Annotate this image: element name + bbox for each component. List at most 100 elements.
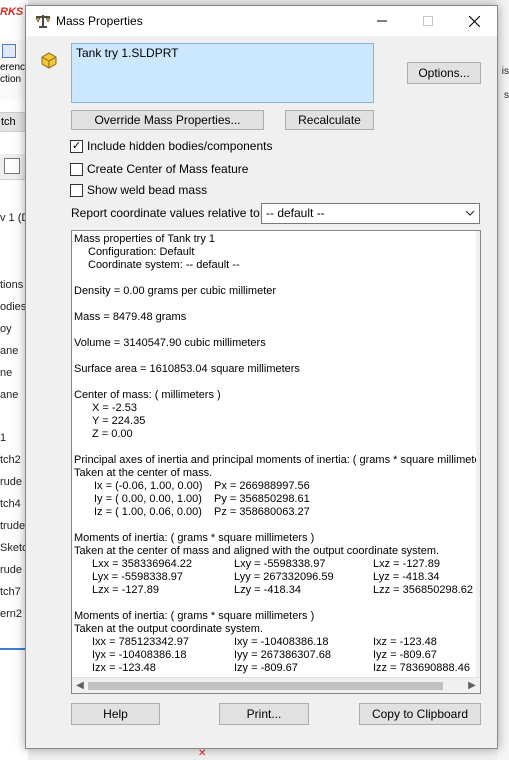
mass-properties-dialog: Mass Properties Tank try 1.SLDPRT Option…	[25, 5, 498, 749]
reference-geometry-icon[interactable]	[2, 44, 16, 58]
vertical-scrollbar[interactable]	[476, 231, 480, 677]
principal-axes-taken: Taken at the center of mass.	[74, 467, 213, 479]
center-of-mass-label: Create Center of Mass feature	[87, 162, 249, 176]
close-icon	[468, 15, 480, 27]
moments-output-title: Moments of inertia: ( grams * square mil…	[74, 610, 315, 622]
minimize-button[interactable]	[359, 6, 405, 36]
scroll-left-icon[interactable]: ◀	[74, 680, 86, 692]
tree-item[interactable]: ern2	[0, 608, 22, 620]
moment-value: Lxz = -127.89	[373, 558, 440, 570]
maximize-button	[405, 6, 451, 36]
tree-root-label[interactable]: v 1 (D	[0, 212, 28, 224]
tree-item[interactable]: ane	[0, 389, 18, 401]
tree-item[interactable]: 1	[0, 432, 6, 444]
principal-row: Iz = ( 1.00, 0.06, 0.00) Pz = 358680063.…	[74, 506, 476, 519]
minimize-icon	[377, 20, 387, 22]
brand-text: RKS	[0, 6, 24, 18]
include-hidden-checkbox-row[interactable]: ✓ Include hidden bodies/components	[70, 138, 272, 154]
balance-scale-icon	[35, 15, 51, 28]
divider-line	[0, 648, 28, 650]
tree-item[interactable]: Sketc	[0, 542, 28, 554]
coordinate-system-line: Coordinate system: -- default --	[88, 259, 240, 271]
selected-file-name[interactable]: Tank try 1.SLDPRT	[76, 46, 369, 60]
tree-item[interactable]: trude	[0, 520, 25, 532]
moments-com-taken: Taken at the center of mass and aligned …	[74, 545, 440, 557]
weld-bead-label: Show weld bead mass	[87, 183, 208, 197]
selected-items-list[interactable]: Tank try 1.SLDPRT	[71, 43, 374, 103]
scroll-right-icon[interactable]: ▶	[466, 680, 478, 692]
moments-com-row: Lxx = 358336964.22 Lxy = -5598338.97 Lxz…	[74, 558, 476, 571]
weld-bead-checkbox[interactable]	[70, 183, 83, 197]
print-button[interactable]: Print...	[219, 703, 309, 725]
horizontal-scrollbar[interactable]: ◀ ▶	[72, 677, 480, 693]
principal-axis: Iy = ( 0.00, 0.00, 1.00)	[94, 493, 202, 505]
tree-item[interactable]: oy	[0, 323, 12, 335]
feature-manager-toolbar	[0, 154, 28, 180]
maximize-icon	[423, 16, 433, 26]
com-y: Y = 224.35	[92, 415, 146, 427]
tree-item[interactable]: ne	[0, 367, 12, 379]
moment-value: Lxy = -5598338.97	[234, 558, 326, 570]
weld-bead-checkbox-row[interactable]: Show weld bead mass	[70, 182, 207, 198]
principal-row: Iy = ( 0.00, 0.00, 1.00) Py = 356850298.…	[74, 493, 476, 506]
moment-value: Lzz = 356850298.62	[373, 584, 474, 596]
results-header: Mass properties of Tank try 1	[74, 233, 216, 245]
tree-item[interactable]: rude	[0, 564, 22, 576]
override-mass-properties-button[interactable]: Override Mass Properties...	[71, 110, 264, 130]
tree-item[interactable]: rude	[0, 476, 22, 488]
results-text: Mass properties of Tank try 1 Configurat…	[74, 233, 476, 677]
ribbon-label-1: erenc	[0, 62, 26, 73]
tree-item[interactable]: tch4	[0, 498, 21, 510]
center-of-mass-title: Center of mass: ( millimeters )	[74, 389, 221, 401]
property-manager-icon[interactable]	[4, 158, 20, 174]
moments-com-title: Moments of inertia: ( grams * square mil…	[74, 532, 315, 544]
moment-value: Iyx = -10408386.18	[92, 649, 187, 661]
tree-item[interactable]: ane	[0, 345, 18, 357]
recalculate-button[interactable]: Recalculate	[285, 110, 374, 130]
moment-value: Iyy = 267386307.68	[234, 649, 331, 661]
results-textbox[interactable]: Mass properties of Tank try 1 Configurat…	[71, 230, 481, 694]
moment-value: Izx = -123.48	[92, 662, 156, 674]
principal-moment: Px = 266988997.56	[214, 480, 310, 492]
tree-item[interactable]: tch2	[0, 454, 21, 466]
tree-item[interactable]: tions	[0, 279, 23, 291]
tree-item[interactable]: tch7	[0, 586, 21, 598]
principal-moment: Py = 356850298.61	[214, 493, 310, 505]
close-button[interactable]	[451, 6, 497, 36]
ribbon-label-2: ction	[0, 74, 22, 85]
help-button[interactable]: Help	[71, 703, 160, 725]
axis-triad-icon: ✕	[198, 748, 207, 759]
center-of-mass-checkbox[interactable]	[70, 162, 83, 176]
center-of-mass-checkbox-row[interactable]: Create Center of Mass feature	[70, 161, 248, 177]
moments-output-row: Izx = -123.48 Izy = -809.67 Izz = 783690…	[74, 662, 476, 675]
tree-item[interactable]: odies	[0, 301, 26, 313]
moment-value: Iyz = -809.67	[373, 649, 437, 661]
principal-row: Ix = (-0.06, 1.00, 0.00) Px = 266988997.…	[74, 480, 476, 493]
mass-line: Mass = 8479.48 grams	[74, 311, 187, 323]
moment-value: Ixx = 785123342.97	[92, 636, 189, 648]
tab-sketch[interactable]: tch	[0, 112, 28, 132]
principal-axis: Ix = (-0.06, 1.00, 0.00)	[94, 480, 203, 492]
moment-value: Lzx = -127.89	[92, 584, 159, 596]
coordinate-system-select[interactable]: -- default --	[261, 203, 480, 224]
copy-to-clipboard-button[interactable]: Copy to Clipboard	[359, 703, 481, 725]
volume-line: Volume = 3140547.90 cubic millimeters	[74, 337, 266, 349]
surface-area-line: Surface area = 1610853.04 square millime…	[74, 363, 300, 375]
principal-axes-title: Principal axes of inertia and principal …	[74, 454, 476, 466]
moment-value: Lxx = 358336964.22	[92, 558, 193, 570]
moment-value: Lzy = -418.34	[234, 584, 301, 596]
moment-value: Ixy = -10408386.18	[234, 636, 329, 648]
moment-value: Lyz = -418.34	[373, 571, 440, 583]
com-x: X = -2.53	[92, 402, 137, 414]
moment-value: Lyy = 267332096.59	[234, 571, 334, 583]
com-z: Z = 0.00	[92, 428, 133, 440]
dialog-titlebar[interactable]: Mass Properties	[26, 6, 497, 36]
moments-output-row: Ixx = 785123342.97 Ixy = -10408386.18 Ix…	[74, 636, 476, 649]
scrollbar-thumb[interactable]	[88, 682, 443, 690]
include-hidden-label: Include hidden bodies/components	[87, 139, 273, 153]
ribbon-label-right-2: s	[504, 90, 509, 101]
options-button[interactable]: Options...	[407, 62, 481, 84]
density-line: Density = 0.00 grams per cubic millimete…	[74, 285, 277, 297]
include-hidden-checkbox[interactable]: ✓	[70, 139, 83, 153]
configuration-line: Configuration: Default	[88, 246, 195, 258]
